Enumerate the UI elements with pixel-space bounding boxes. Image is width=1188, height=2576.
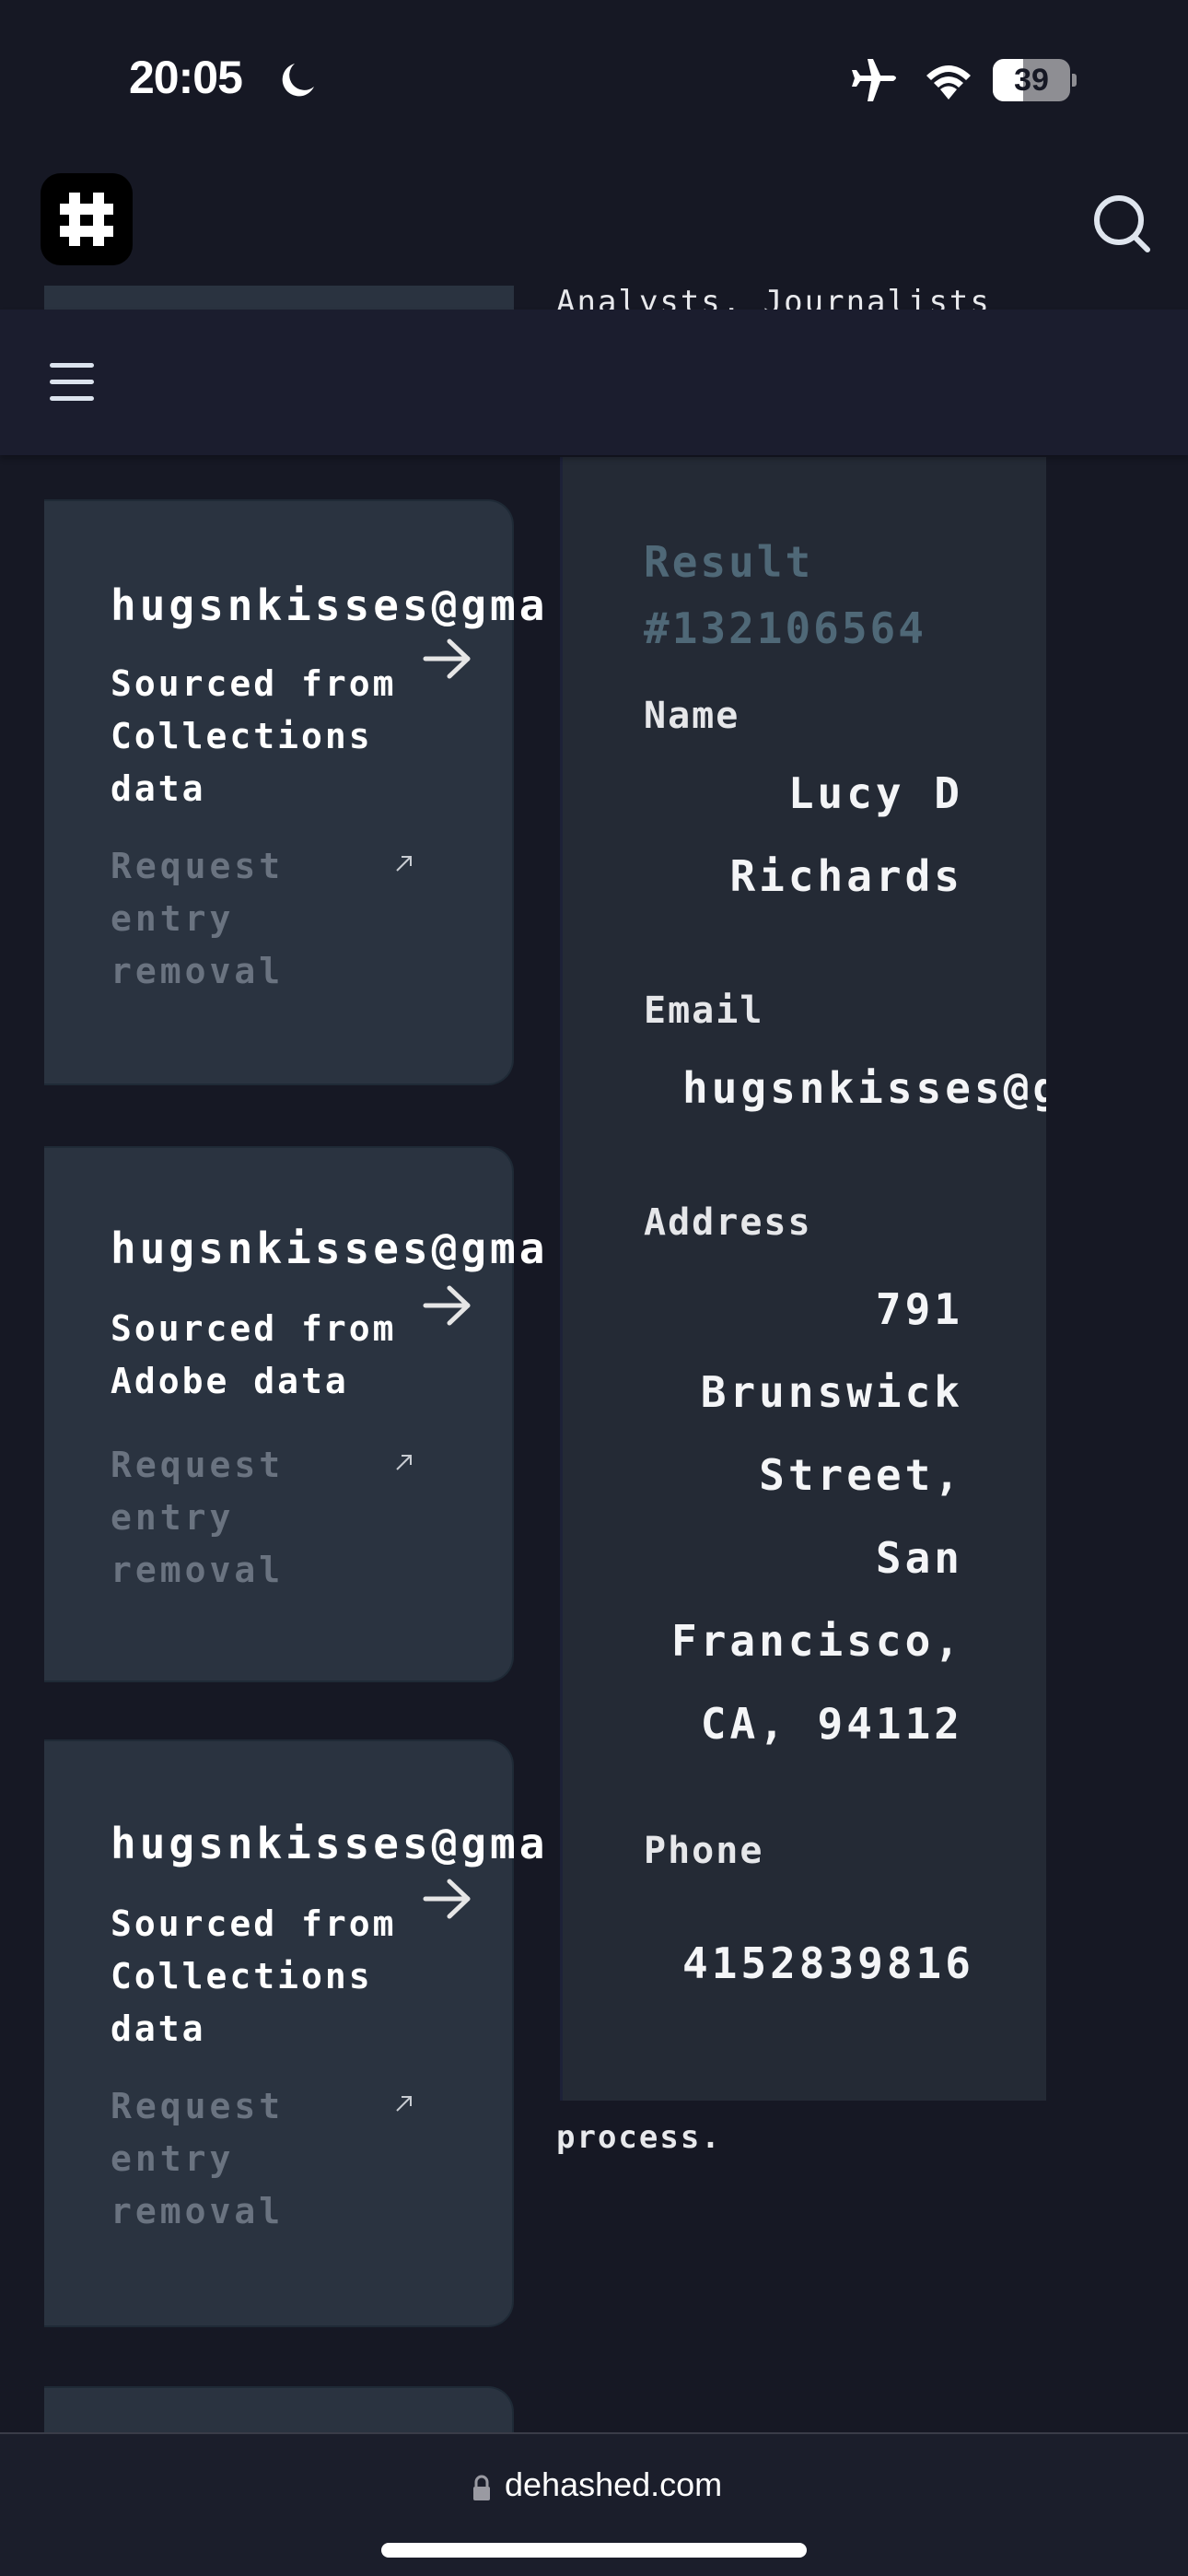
arrow-right-icon[interactable] bbox=[422, 1878, 473, 1920]
hash-icon bbox=[60, 193, 113, 246]
address-label: Address bbox=[644, 1201, 812, 1244]
home-indicator[interactable] bbox=[381, 2543, 807, 2558]
external-link-icon bbox=[396, 2096, 412, 2112]
name-label: Name bbox=[644, 695, 740, 737]
address-value: 791 Brunswick Street, San Francisco, CA,… bbox=[671, 1284, 963, 1749]
result-id-title: Result #132106564 bbox=[644, 537, 926, 653]
screen: 20:05 39 Analysts, Journalists hugsnkiss… bbox=[0, 0, 1188, 2576]
result-card[interactable]: hugsnkisses@gma Sourced from Collections… bbox=[44, 499, 544, 1085]
result-card[interactable]: hugsnkisses@gma Sourced from Adobe data … bbox=[44, 1146, 544, 1682]
result-email: hugsnkisses@gma bbox=[111, 580, 549, 630]
logo-button[interactable] bbox=[41, 173, 133, 265]
app-header bbox=[0, 161, 1188, 286]
battery-percent: 39 bbox=[1014, 63, 1049, 98]
external-link-icon bbox=[396, 856, 412, 872]
battery-icon: 39 bbox=[993, 59, 1077, 101]
airplane-icon bbox=[852, 59, 896, 101]
phone-label: Phone bbox=[644, 1830, 764, 1872]
name-value: Lucy D Richards bbox=[729, 768, 963, 901]
result-detail-panel: Result #132106564 Name Lucy D Richards E… bbox=[560, 457, 1046, 2101]
lock-icon bbox=[473, 2475, 490, 2500]
status-time: 20:05 bbox=[129, 52, 243, 103]
request-removal-link[interactable]: Request entry removal bbox=[111, 840, 332, 998]
email-label: Email bbox=[644, 989, 764, 1032]
result-email: hugsnkisses@gma bbox=[111, 1224, 549, 1273]
email-value: hugsnkisses@g bbox=[682, 1063, 1046, 1113]
wifi-icon bbox=[926, 65, 971, 100]
search-icon[interactable] bbox=[1087, 189, 1160, 263]
arrow-right-icon[interactable] bbox=[422, 1284, 473, 1327]
battery-body: 39 bbox=[993, 59, 1070, 101]
request-removal-link[interactable]: Request entry removal bbox=[111, 2080, 332, 2238]
battery-cap bbox=[1072, 74, 1077, 87]
external-link-icon bbox=[396, 1455, 412, 1470]
phone-value: 4152839816 bbox=[682, 1938, 974, 1988]
url-text[interactable]: dehashed.com bbox=[505, 2465, 722, 2504]
status-bar: 20:05 39 bbox=[0, 0, 1188, 161]
hamburger-menu-icon[interactable] bbox=[46, 361, 98, 404]
arrow-right-icon[interactable] bbox=[422, 638, 473, 680]
result-source: Sourced from Adobe data bbox=[111, 1308, 397, 1401]
moon-icon bbox=[282, 64, 314, 97]
trailing-text: process. bbox=[556, 2119, 722, 2156]
nav-bar bbox=[0, 310, 1188, 455]
browser-url-bar[interactable]: dehashed.com bbox=[0, 2432, 1188, 2576]
result-card[interactable]: hugsnkisses@gma Sourced from Collections… bbox=[44, 1739, 544, 2327]
result-email: hugsnkisses@gma bbox=[111, 1819, 549, 1868]
request-removal-link[interactable]: Request entry removal bbox=[111, 1439, 332, 1597]
result-source: Sourced from Collections data bbox=[111, 1903, 397, 2049]
result-source: Sourced from Collections data bbox=[111, 663, 397, 809]
partial-heading: Analysts, Journalists bbox=[556, 284, 991, 310]
